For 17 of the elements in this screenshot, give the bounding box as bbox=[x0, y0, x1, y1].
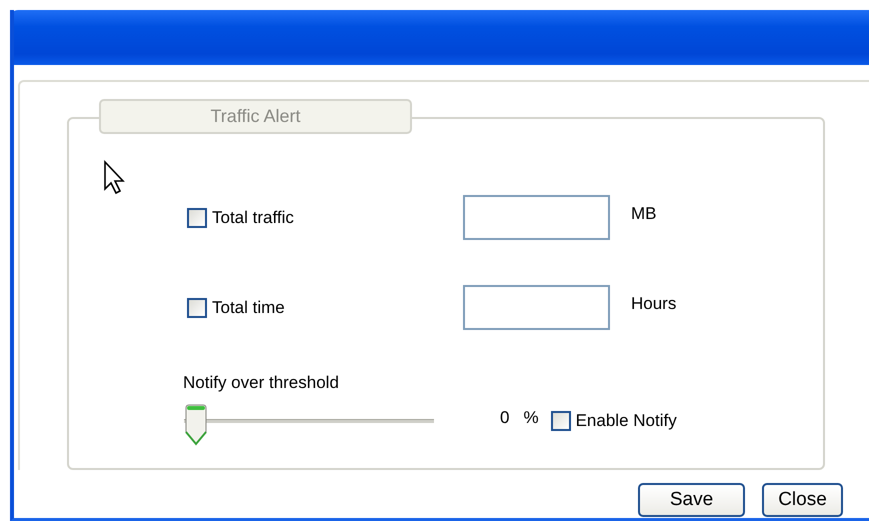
unit-label: MB bbox=[631, 204, 656, 224]
checkbox-label: Enable Notify bbox=[576, 411, 677, 431]
percent-unit: % bbox=[523, 408, 539, 428]
input-field[interactable] bbox=[463, 285, 610, 330]
checkbox[interactable] bbox=[550, 411, 571, 431]
checkbox-label: Total traffic bbox=[212, 208, 294, 228]
threshold-value: 0 bbox=[500, 408, 510, 428]
input-field[interactable] bbox=[463, 195, 610, 240]
checkbox-label: Total time bbox=[212, 298, 285, 318]
slider-thumb[interactable] bbox=[184, 404, 208, 446]
close-button[interactable]: Close bbox=[762, 483, 843, 517]
save-button[interactable]: Save bbox=[638, 483, 745, 517]
group-title: Traffic Alert bbox=[99, 99, 412, 134]
checkbox[interactable] bbox=[187, 298, 207, 318]
threshold-label: Notify over threshold bbox=[183, 373, 339, 393]
checkbox[interactable] bbox=[187, 208, 207, 228]
unit-label: Hours bbox=[631, 294, 676, 314]
